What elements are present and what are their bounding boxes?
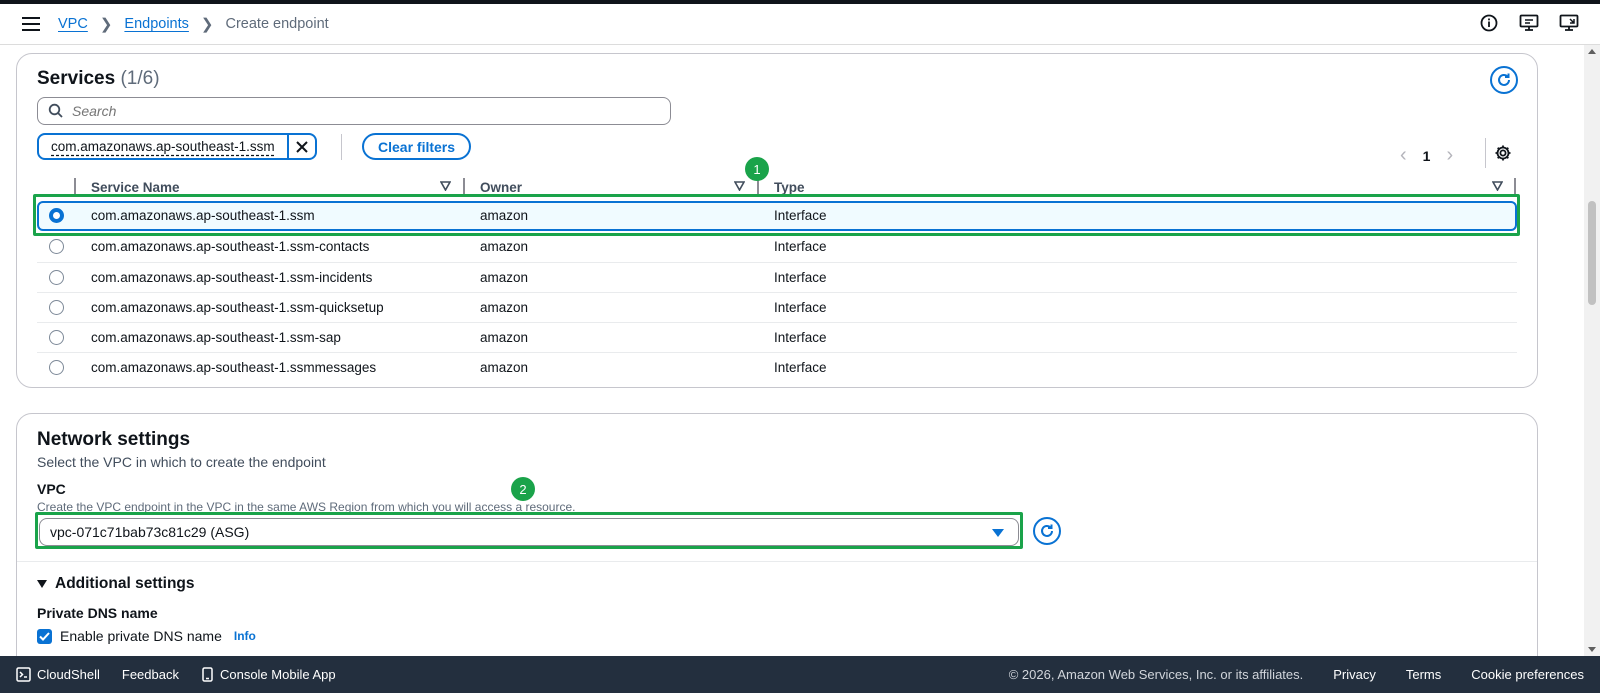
sort-icon[interactable] bbox=[734, 181, 745, 191]
column-divider bbox=[1514, 178, 1516, 195]
owner-cell: amazon bbox=[480, 239, 529, 254]
console-mobile-app-button[interactable]: Console Mobile App bbox=[201, 667, 336, 682]
service-name-cell: com.amazonaws.ap-southeast-1.ssmmessages bbox=[91, 360, 377, 375]
services-count: (1/6) bbox=[120, 68, 160, 89]
feedback-button[interactable]: Feedback bbox=[122, 667, 179, 682]
owner-cell: amazon bbox=[480, 360, 529, 375]
display-settings-icon[interactable] bbox=[1558, 12, 1580, 34]
row-radio-button[interactable] bbox=[49, 360, 64, 375]
services-search-box[interactable] bbox=[37, 97, 671, 125]
privacy-link[interactable]: Privacy bbox=[1333, 667, 1376, 682]
current-page-number[interactable]: 1 bbox=[1423, 148, 1431, 164]
copyright-text: © 2026, Amazon Web Services, Inc. or its… bbox=[1008, 667, 1304, 682]
top-header: VPC ❯ Endpoints ❯ Create endpoint bbox=[0, 4, 1600, 45]
service-name-cell: com.amazonaws.ap-southeast-1.ssm-contact… bbox=[91, 239, 370, 254]
services-title: Services (1/6) bbox=[37, 68, 160, 89]
row-radio-button[interactable] bbox=[49, 330, 64, 345]
breadcrumb-current: Create endpoint bbox=[225, 16, 329, 32]
terminal-icon bbox=[16, 667, 31, 682]
next-page-icon[interactable]: › bbox=[1446, 144, 1453, 167]
owner-cell: amazon bbox=[480, 270, 529, 285]
divider bbox=[341, 134, 342, 160]
search-input[interactable] bbox=[72, 103, 632, 119]
mobile-phone-icon bbox=[202, 667, 213, 682]
additional-settings-label: Additional settings bbox=[55, 575, 195, 592]
callout-highlight-1 bbox=[33, 194, 1520, 236]
row-radio-button[interactable] bbox=[49, 300, 64, 315]
table-row[interactable]: com.amazonaws.ap-southeast-1.ssmmessages… bbox=[37, 352, 1517, 382]
chevron-right-icon: ❯ bbox=[200, 16, 214, 33]
type-cell: Interface bbox=[774, 270, 827, 285]
column-divider[interactable] bbox=[463, 178, 465, 195]
enable-private-dns-row: Enable private DNS name Info bbox=[37, 628, 256, 644]
terms-link[interactable]: Terms bbox=[1406, 667, 1441, 682]
search-icon bbox=[48, 103, 63, 118]
row-radio-button[interactable] bbox=[49, 270, 64, 285]
additional-settings-toggle[interactable]: Additional settings bbox=[37, 575, 195, 593]
sort-icon[interactable] bbox=[1492, 181, 1503, 191]
private-dns-label: Private DNS name bbox=[37, 605, 158, 621]
filter-token: com.amazonaws.ap-southeast-1.ssm bbox=[37, 133, 317, 160]
info-link[interactable]: Info bbox=[234, 629, 256, 643]
refresh-vpc-button[interactable] bbox=[1033, 517, 1061, 545]
divider bbox=[17, 561, 1537, 562]
sort-icon[interactable] bbox=[440, 181, 451, 191]
clear-filters-button[interactable]: Clear filters bbox=[362, 133, 472, 160]
cookie-preferences-link[interactable]: Cookie preferences bbox=[1471, 667, 1584, 682]
cloudshell-button[interactable]: CloudShell bbox=[16, 667, 100, 682]
hamburger-menu-icon[interactable] bbox=[22, 17, 40, 31]
footer: CloudShell Feedback Console Mobile App ©… bbox=[0, 656, 1600, 693]
refresh-services-button[interactable] bbox=[1490, 66, 1518, 94]
network-settings-title: Network settings bbox=[37, 429, 191, 450]
feedback-monitor-icon[interactable] bbox=[1518, 12, 1540, 34]
service-name-cell: com.amazonaws.ap-southeast-1.ssm-sap bbox=[91, 330, 341, 345]
table-row[interactable]: com.amazonaws.ap-southeast-1.ssm-sap ama… bbox=[37, 322, 1517, 352]
cloudshell-label: CloudShell bbox=[37, 667, 100, 682]
type-cell: Interface bbox=[774, 300, 827, 315]
table-row[interactable]: com.amazonaws.ap-southeast-1.ssm-inciden… bbox=[37, 262, 1517, 292]
breadcrumb-endpoints-link[interactable]: Endpoints bbox=[124, 16, 189, 32]
service-name-cell: com.amazonaws.ap-southeast-1.ssm-quickse… bbox=[91, 300, 384, 315]
refresh-icon bbox=[1498, 73, 1510, 86]
type-cell: Interface bbox=[774, 360, 827, 375]
breadcrumb: VPC ❯ Endpoints ❯ Create endpoint bbox=[58, 15, 329, 33]
enable-private-dns-checkbox[interactable] bbox=[37, 628, 52, 644]
service-name-cell: com.amazonaws.ap-southeast-1.ssm-inciden… bbox=[91, 270, 373, 285]
info-icon[interactable] bbox=[1478, 12, 1500, 34]
checkmark-icon bbox=[39, 631, 50, 641]
owner-cell: amazon bbox=[480, 300, 529, 315]
table-row[interactable]: com.amazonaws.ap-southeast-1.ssm-contact… bbox=[37, 232, 1517, 262]
feedback-label: Feedback bbox=[121, 667, 179, 682]
console-mobile-app-label: Console Mobile App bbox=[219, 667, 336, 682]
table-settings-button[interactable] bbox=[1494, 144, 1512, 167]
gear-icon bbox=[1495, 145, 1511, 161]
row-radio-button[interactable] bbox=[49, 239, 64, 254]
breadcrumb-vpc-link[interactable]: VPC bbox=[58, 16, 88, 32]
column-divider bbox=[74, 178, 76, 195]
network-settings-description: Select the VPC in which to create the en… bbox=[37, 454, 326, 470]
type-cell: Interface bbox=[774, 239, 827, 254]
previous-page-icon[interactable]: ‹ bbox=[1400, 144, 1407, 167]
filter-token-text[interactable]: com.amazonaws.ap-southeast-1.ssm bbox=[39, 139, 287, 154]
pagination: ‹ 1 › bbox=[1400, 144, 1453, 167]
main-content: Services (1/6) com.amazonaws.ap-southeas… bbox=[0, 45, 1584, 656]
callout-badge-1: 1 bbox=[745, 157, 769, 181]
scroll-up-icon[interactable] bbox=[1588, 49, 1596, 54]
callout-highlight-2 bbox=[35, 512, 1023, 549]
remove-filter-button[interactable] bbox=[286, 135, 315, 158]
scrollbar-thumb[interactable] bbox=[1588, 201, 1596, 305]
table-row[interactable]: com.amazonaws.ap-southeast-1.ssm-quickse… bbox=[37, 292, 1517, 322]
enable-private-dns-label[interactable]: Enable private DNS name bbox=[60, 628, 222, 644]
scroll-down-icon[interactable] bbox=[1588, 647, 1596, 652]
type-cell: Interface bbox=[774, 330, 827, 345]
owner-cell: amazon bbox=[480, 330, 529, 345]
refresh-icon bbox=[1041, 524, 1053, 537]
divider bbox=[1485, 138, 1486, 168]
page-scrollbar[interactable] bbox=[1584, 45, 1600, 656]
chevron-right-icon: ❯ bbox=[99, 16, 113, 33]
caret-down-icon bbox=[37, 580, 47, 588]
vpc-label: VPC bbox=[37, 481, 66, 497]
close-icon bbox=[295, 140, 308, 153]
callout-badge-2: 2 bbox=[511, 477, 535, 501]
